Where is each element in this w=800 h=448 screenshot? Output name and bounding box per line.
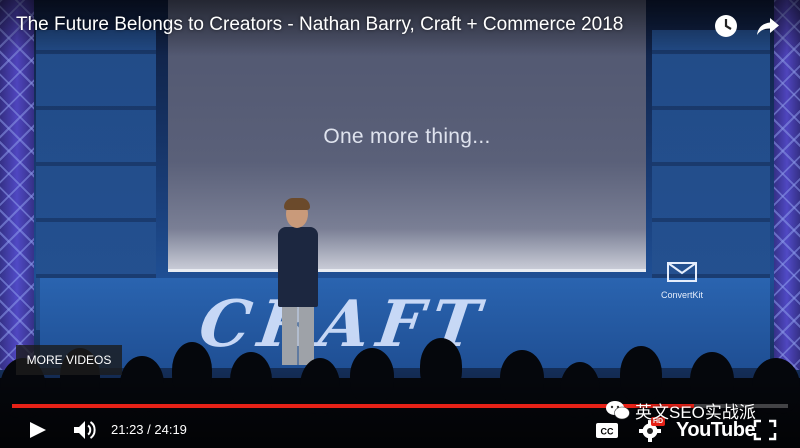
watch-later-icon[interactable] <box>712 12 740 40</box>
video-title[interactable]: The Future Belongs to Creators - Nathan … <box>16 14 623 36</box>
progress-played <box>12 404 695 408</box>
more-videos-button[interactable]: MORE VIDEOS <box>16 345 122 375</box>
sponsor-label: ConvertKit <box>660 290 704 300</box>
time-display: 21:23 / 24:19 <box>111 422 187 437</box>
share-icon[interactable] <box>754 12 782 40</box>
watermark-text: 英文SEO实战派 <box>635 402 756 422</box>
slide-text: One more thing... <box>323 125 491 148</box>
video-player[interactable]: One more thing... CRAFT ConvertKit The F… <box>0 0 800 448</box>
play-button[interactable] <box>24 416 50 444</box>
watermark: 英文SEO实战派 <box>605 398 756 422</box>
wechat-icon <box>606 401 630 420</box>
sponsor-logo: ConvertKit <box>655 262 709 303</box>
volume-button[interactable] <box>70 416 100 444</box>
mail-icon <box>667 262 697 282</box>
svg-text:CC: CC <box>601 427 614 437</box>
